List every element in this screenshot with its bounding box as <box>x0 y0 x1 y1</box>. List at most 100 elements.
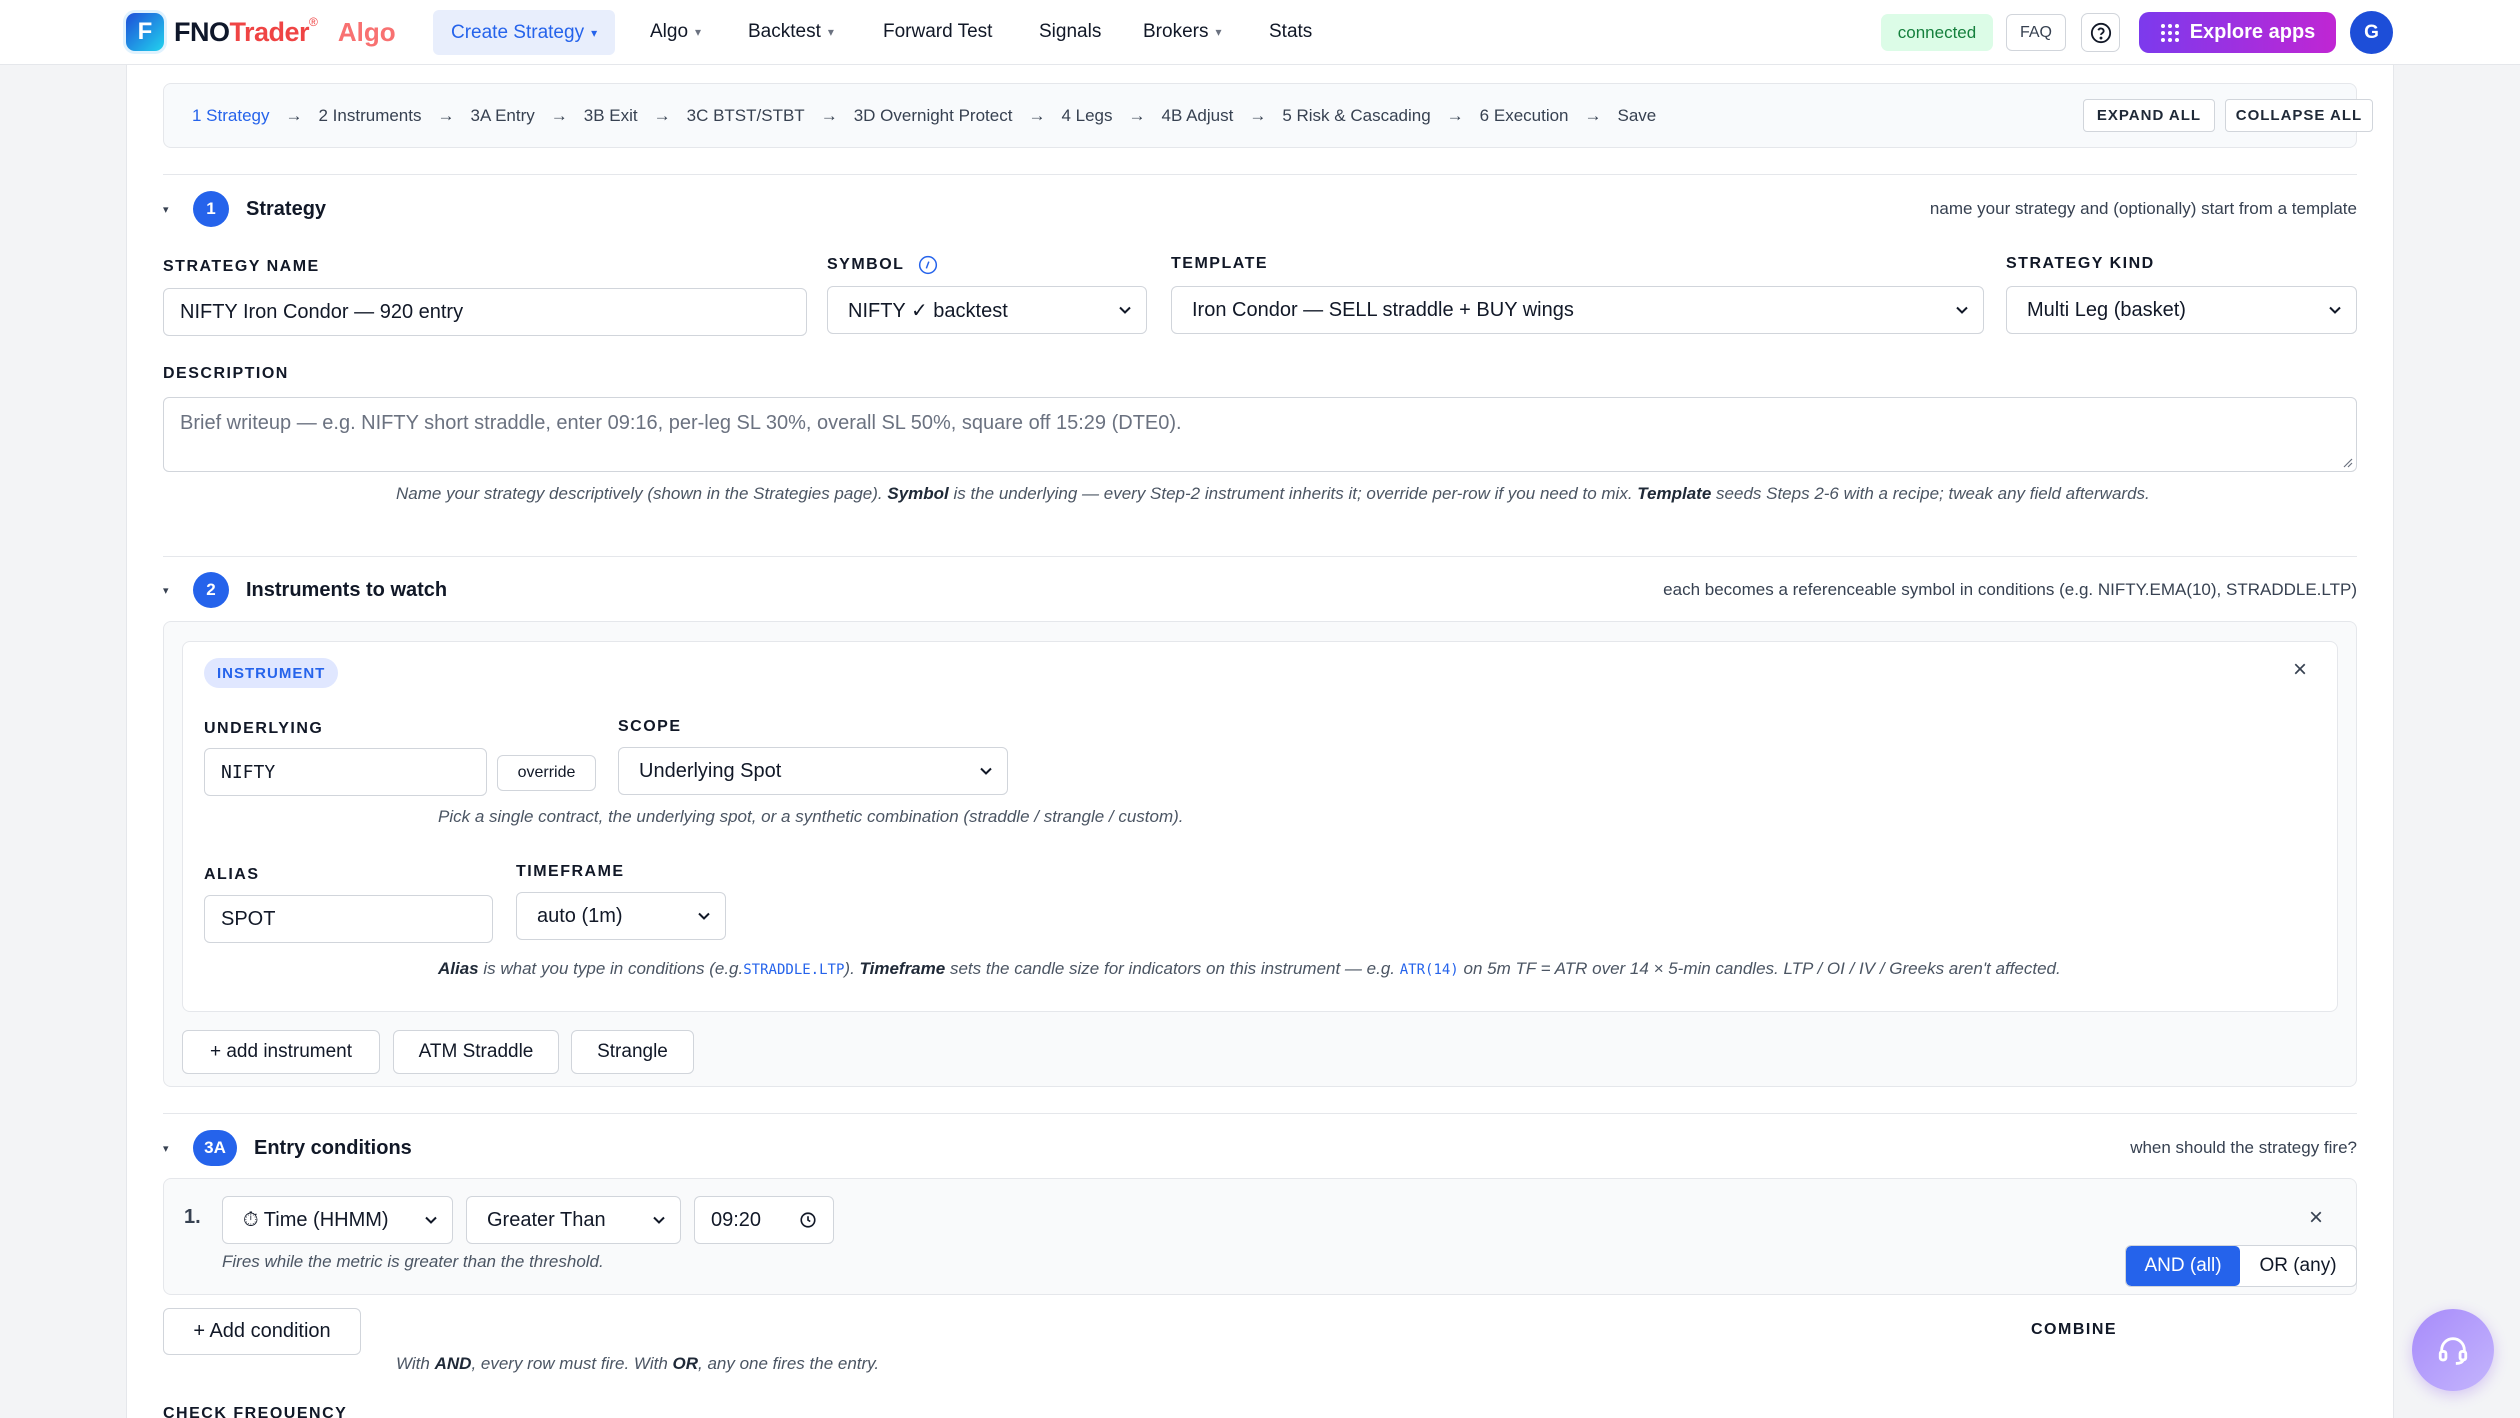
help-button[interactable] <box>2081 13 2120 52</box>
template-select[interactable]: Iron Condor — SELL straddle + BUY wings <box>1171 286 1984 334</box>
step-save[interactable]: Save <box>1618 106 1657 126</box>
step-entry[interactable]: 3A Entry <box>471 106 535 126</box>
arrow-right-icon: → <box>1128 105 1146 125</box>
resize-handle-icon[interactable] <box>2341 456 2353 468</box>
strategy-name-input[interactable]: NIFTY Iron Condor — 920 entry <box>163 288 807 336</box>
section-hint: name your strategy and (optionally) star… <box>1929 199 2357 218</box>
step-execution[interactable]: 6 Execution <box>1480 106 1569 126</box>
arrow-right-icon: → <box>550 105 568 125</box>
underlying-input[interactable]: NIFTY <box>204 748 487 796</box>
underlying-label: UNDERLYING <box>204 720 324 737</box>
nav-forward-test-label: Forward Test <box>883 21 993 42</box>
nav-backtest-label: Backtest <box>748 21 821 42</box>
combine-or-option[interactable]: OR (any) <box>2240 1246 2356 1286</box>
arrow-right-icon: → <box>1249 105 1267 125</box>
divider <box>163 556 2357 557</box>
nav-stats[interactable]: Stats <box>1269 17 1312 47</box>
nav-signals[interactable]: Signals <box>1039 17 1101 47</box>
chevron-down-icon <box>980 767 992 775</box>
chevron-down-icon <box>1119 306 1131 314</box>
code-snippet: STRADDLE.LTP <box>743 962 845 978</box>
condition-operator-select[interactable]: Greater Than <box>466 1196 681 1244</box>
section-hint: when should the strategy fire? <box>2130 1138 2357 1157</box>
chevron-down-icon <box>1956 306 1968 314</box>
timeframe-select[interactable]: auto (1m) <box>516 892 726 940</box>
grid-icon <box>2160 23 2179 42</box>
help-text-part: on 5m TF = ATR over 14 × 5-min candles. … <box>1463 959 2061 978</box>
atm-straddle-button[interactable]: ATM Straddle <box>393 1030 559 1074</box>
expand-all-button[interactable]: EXPAND ALL <box>2083 99 2215 132</box>
condition-metric-value: ⏱ Time (HHMM) <box>243 1208 389 1231</box>
chevron-down-icon: ▾ <box>1215 25 1222 39</box>
question-circle-icon <box>2090 22 2111 43</box>
symbol-select[interactable]: NIFTY ✓ backtest <box>827 286 1147 334</box>
remove-condition-button[interactable]: × <box>2309 1204 2323 1232</box>
step-legs[interactable]: 4 Legs <box>1061 106 1112 126</box>
nav-backtest[interactable]: Backtest ▾ <box>748 17 834 47</box>
nav-stats-label: Stats <box>1269 21 1313 42</box>
brand-product: Algo <box>337 16 396 47</box>
headset-icon <box>2438 1337 2468 1365</box>
collapse-toggle-icon[interactable]: ▾ <box>163 203 183 216</box>
step-instruments[interactable]: 2 Instruments <box>319 106 422 126</box>
collapse-toggle-icon[interactable]: ▾ <box>163 1142 183 1155</box>
step-btst-stbt[interactable]: 3C BTST/STBT <box>687 106 805 126</box>
section-entry-header[interactable]: ▾ 3A Entry conditions when should the st… <box>163 1130 2357 1166</box>
step-exit[interactable]: 3B Exit <box>584 106 638 126</box>
step-strategy[interactable]: 1 Strategy <box>192 106 270 126</box>
section-number-badge: 3A <box>193 1130 237 1166</box>
help-text-part: is what you type in conditions (e.g. <box>483 959 744 978</box>
chevron-down-icon <box>425 1216 437 1224</box>
scope-select[interactable]: Underlying Spot <box>618 747 1008 795</box>
strangle-button[interactable]: Strangle <box>571 1030 694 1074</box>
explore-apps-button[interactable]: Explore apps <box>2139 12 2336 53</box>
step-adjust[interactable]: 4B Adjust <box>1162 106 1234 126</box>
collapse-all-button[interactable]: COLLAPSE ALL <box>2225 99 2373 132</box>
fno-logo-icon: F <box>126 13 164 51</box>
help-text-emphasis: Symbol <box>887 484 949 503</box>
brand-logo[interactable]: F FNO Trader ® Algo <box>126 13 396 51</box>
condition-time-value: 09:20 <box>711 1208 762 1231</box>
user-avatar[interactable]: G <box>2350 11 2393 54</box>
condition-time-input[interactable]: 09:20 <box>694 1196 834 1244</box>
remove-instrument-button[interactable]: × <box>2293 656 2307 684</box>
section-number-badge: 2 <box>193 572 229 608</box>
strategy-kind-select[interactable]: Multi Leg (basket) <box>2006 286 2357 334</box>
combine-and-option[interactable]: AND (all) <box>2126 1246 2240 1286</box>
nav-brokers[interactable]: Brokers ▾ <box>1143 17 1222 47</box>
support-chat-button[interactable] <box>2412 1309 2494 1391</box>
step-risk-cascading[interactable]: 5 Risk & Cascading <box>1282 106 1430 126</box>
add-instrument-button[interactable]: + add instrument <box>182 1030 380 1074</box>
section-hint: each becomes a referenceable symbol in c… <box>1663 580 2357 599</box>
underlying-value: NIFTY <box>221 761 276 783</box>
description-textarea[interactable]: Brief writeup — e.g. NIFTY short straddl… <box>163 397 2357 472</box>
brand-registered-mark: ® <box>309 15 318 29</box>
info-icon[interactable] <box>918 255 938 275</box>
clock-icon[interactable] <box>799 1211 817 1229</box>
chevron-down-icon: ▾ <box>695 25 702 39</box>
nav-create-strategy[interactable]: Create Strategy ▾ <box>433 10 616 55</box>
override-button[interactable]: override <box>497 755 596 791</box>
instrument-badge: INSTRUMENT <box>204 658 339 688</box>
nav-forward-test[interactable]: Forward Test <box>883 17 992 47</box>
faq-button[interactable]: FAQ <box>2006 14 2066 51</box>
nav-algo[interactable]: Algo ▾ <box>650 17 701 47</box>
condition-metric-select[interactable]: ⏱ Time (HHMM) <box>222 1196 453 1244</box>
section-title: Instruments to watch <box>246 578 448 601</box>
add-condition-button[interactable]: + Add condition <box>163 1308 361 1355</box>
symbol-selected-value: NIFTY ✓ backtest <box>848 299 1008 322</box>
section-instruments-header[interactable]: ▾ 2 Instruments to watch each becomes a … <box>163 572 2357 608</box>
collapse-toggle-icon[interactable]: ▾ <box>163 584 183 597</box>
alias-input[interactable]: SPOT <box>204 895 493 943</box>
brand-name-trader: Trader <box>229 16 310 47</box>
section-strategy-header[interactable]: ▾ 1 Strategy name your strategy and (opt… <box>163 191 2357 227</box>
nav-signals-label: Signals <box>1039 21 1102 42</box>
help-text-emphasis: AND <box>434 1354 472 1373</box>
strategy-kind-label: STRATEGY KIND <box>2006 255 2155 272</box>
step-overnight-protect[interactable]: 3D Overnight Protect <box>854 106 1013 126</box>
scope-help-text: Pick a single contract, the underlying s… <box>438 807 1184 826</box>
chevron-down-icon: ▾ <box>591 25 598 40</box>
help-text-part: sets the candle size for indicators on t… <box>949 959 1395 978</box>
symbol-label-group: SYMBOL <box>827 255 938 275</box>
strategy-help-text: Name your strategy descriptively (shown … <box>396 480 2356 507</box>
